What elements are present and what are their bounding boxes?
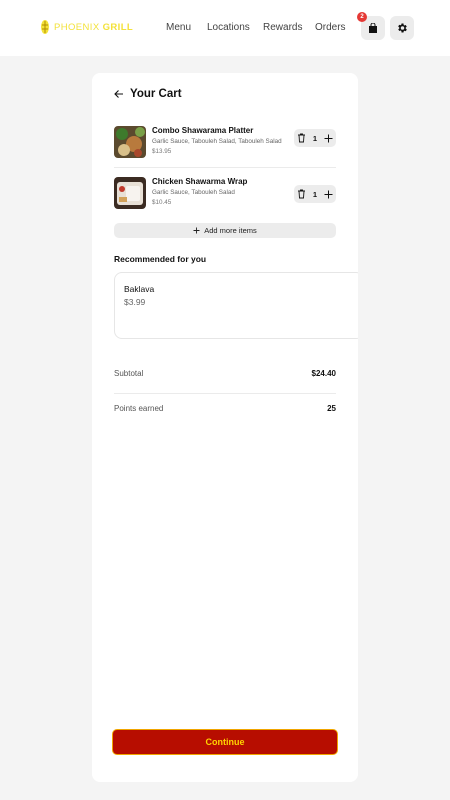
item-name[interactable]: Chicken Shawarma Wrap [152,177,247,186]
add-more-label: Add more items [204,226,257,235]
cart-count-badge: 2 [357,12,367,22]
quantity-stepper: 1 [294,185,336,203]
nav-locations[interactable]: Locations [207,22,250,33]
cart-item: Chicken Shawarma Wrap Garlic Sauce, Tabo… [114,177,336,212]
item-price: $10.45 [152,199,172,206]
nav-orders[interactable]: Orders [315,22,346,33]
cart-button[interactable]: 2 [357,12,385,40]
plus-icon[interactable] [324,134,333,143]
brand-name: PHOENIX GRILL [54,22,133,33]
continue-button[interactable]: Continue [112,729,338,755]
recommended-title: Recommended for you [114,254,207,264]
subtotal-label: Subtotal [114,369,144,378]
brand-logo[interactable]: PHOENIX GRILL [40,19,133,35]
subtotal-value: $24.40 [311,369,336,378]
item-options: Garlic Sauce, Tabouleh Salad [152,189,235,196]
trash-icon[interactable] [297,189,306,199]
recommended-item-card[interactable]: Baklava $3.99 [114,272,358,339]
item-options: Garlic Sauce, Tabouleh Salad, Tabouleh S… [152,138,282,145]
item-name[interactable]: Combo Shawarama Platter [152,126,253,135]
quantity-stepper: 1 [294,129,336,147]
trash-icon[interactable] [297,133,306,143]
cart-panel: Your Cart Combo Shawarama Platter Garlic… [92,73,358,782]
add-more-items-button[interactable]: Add more items [114,223,336,238]
phoenix-logo-icon [41,20,49,34]
item-thumbnail [114,177,146,209]
subtotal-row: Subtotal $24.40 [114,369,336,378]
nav-menu[interactable]: Menu [166,22,191,33]
plus-icon [193,227,200,234]
gear-icon [398,23,407,33]
brand-name-part1: PHOENIX [54,21,100,33]
item-price: $13.95 [152,148,172,155]
cart-item: Combo Shawarama Platter Garlic Sauce, Ta… [114,126,336,161]
arrow-left-icon[interactable] [114,89,124,99]
item-divider [114,167,336,168]
settings-button[interactable] [390,16,414,40]
nav-rewards[interactable]: Rewards [263,22,302,33]
points-row: Points earned 25 [114,404,336,413]
quantity-value: 1 [312,133,318,143]
plus-icon[interactable] [324,190,333,199]
top-bar: PHOENIX GRILL Menu Locations Rewards Ord… [0,0,450,56]
item-thumbnail [114,126,146,158]
quantity-value: 1 [312,189,318,199]
points-label: Points earned [114,404,164,413]
brand-name-part2: GRILL [102,21,134,33]
cart-title: Your Cart [130,88,182,100]
recommended-item-price: $3.99 [124,297,146,307]
shopping-bag-icon [369,22,377,33]
cart-header: Your Cart [114,88,182,100]
summary-divider [114,393,336,394]
points-value: 25 [327,404,336,413]
recommended-item-name: Baklava [124,284,155,294]
